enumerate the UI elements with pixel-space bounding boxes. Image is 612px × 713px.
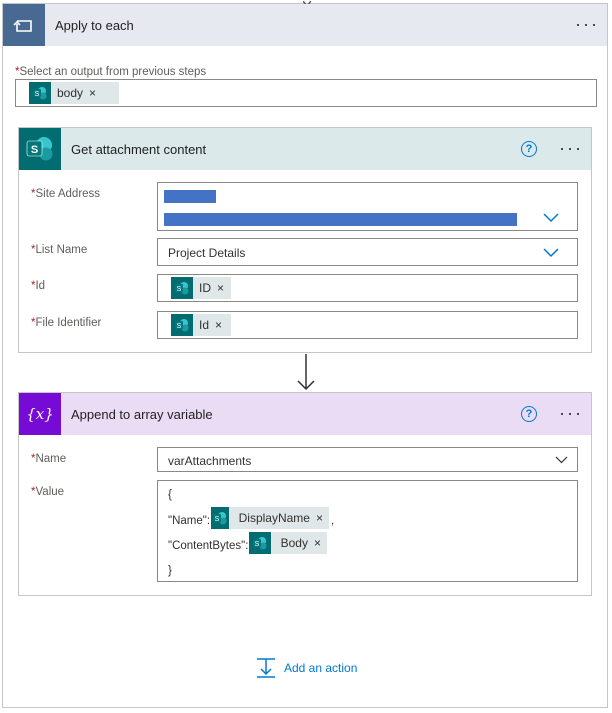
add-action-button[interactable]: Add an action: [256, 658, 357, 678]
scope-more-button[interactable]: ···: [575, 15, 599, 33]
help-icon-glyph: ?: [525, 408, 533, 420]
file-id-token-label: Id: [199, 318, 210, 332]
file-identifier-input[interactable]: S Id ×: [157, 311, 578, 339]
select-output-label: *Select an output from previous steps: [15, 66, 206, 78]
value-name-key: "Name":: [168, 515, 211, 527]
loop-icon: [13, 20, 32, 32]
sharepoint-icon: S: [211, 507, 229, 529]
sharepoint-icon: S: [19, 128, 61, 170]
value-input[interactable]: { "Name": S DisplayName × , "ContentByte…: [157, 480, 578, 582]
append-variable-card: {x} Append to array variable ? ··· *Name…: [18, 392, 592, 596]
svg-text:{x}: {x}: [26, 405, 54, 423]
get-attachment-header[interactable]: S Get attachment content ? ···: [19, 128, 591, 170]
variable-icon: {x}: [19, 393, 61, 435]
body-content-token-label: Body: [280, 536, 308, 550]
body-token[interactable]: S body ×: [29, 82, 119, 104]
add-action-icon: [257, 658, 275, 678]
name-label-text: Name: [35, 453, 67, 465]
body-token-label: body: [57, 86, 84, 100]
redacted-site-address-part1: [164, 190, 216, 203]
body-token-remove[interactable]: ×: [89, 86, 96, 100]
displayname-token[interactable]: S DisplayName ×: [211, 507, 329, 529]
file-identifier-label: *File Identifier: [31, 317, 101, 329]
append-variable-title: Append to array variable: [71, 407, 213, 422]
sharepoint-icon: S: [171, 277, 193, 299]
help-icon[interactable]: ?: [521, 141, 537, 157]
append-variable-header[interactable]: {x} Append to array variable ? ···: [19, 393, 591, 435]
file-id-token[interactable]: S Id ×: [171, 314, 231, 336]
site-address-label-text: Site Address: [35, 188, 101, 200]
file-identifier-label-text: File Identifier: [35, 317, 102, 329]
sharepoint-icon: S: [171, 314, 193, 336]
value-close-brace: }: [168, 565, 172, 577]
scope-header[interactable]: Apply to each ···: [3, 4, 607, 46]
displayname-token-label: DisplayName: [238, 511, 310, 525]
svg-text:S: S: [35, 91, 40, 98]
site-address-label: *Site Address: [31, 188, 100, 200]
get-attachment-more-button[interactable]: ···: [559, 139, 583, 157]
body-content-token-remove[interactable]: ×: [314, 536, 321, 550]
svg-text:S: S: [254, 541, 259, 548]
value-open-brace: {: [168, 489, 172, 501]
id-label: *Id: [31, 280, 45, 292]
scope-title: Apply to each: [55, 18, 134, 33]
add-action-label: Add an action: [284, 661, 358, 675]
append-variable-more-button[interactable]: ···: [559, 404, 583, 422]
value-label-text: Value: [35, 486, 65, 498]
arrow-down-icon: [297, 354, 315, 391]
id-token-remove[interactable]: ×: [217, 281, 224, 295]
svg-text:S: S: [177, 323, 182, 330]
value-label: *Value: [31, 486, 64, 498]
loop-icon-box: [3, 4, 45, 46]
get-attachment-title: Get attachment content: [71, 142, 207, 157]
chevron-down-icon[interactable]: [543, 213, 559, 223]
site-address-input[interactable]: [157, 182, 578, 231]
redacted-site-address-part2: [164, 213, 517, 226]
list-name-label-text: List Name: [35, 244, 88, 256]
sharepoint-icon: S: [249, 532, 271, 554]
list-name-label: *List Name: [31, 244, 87, 256]
id-token-label: ID: [199, 281, 211, 295]
sharepoint-icon: S: [29, 82, 51, 104]
id-input[interactable]: S ID ×: [157, 274, 578, 302]
name-value: varAttachments: [168, 454, 252, 468]
chevron-down-icon[interactable]: [555, 456, 568, 464]
name-label: *Name: [31, 453, 66, 465]
svg-text:S: S: [31, 144, 38, 156]
apply-to-each-scope: Apply to each ··· *Select an output from…: [2, 1, 608, 708]
body-content-token[interactable]: S Body ×: [249, 532, 327, 554]
displayname-token-remove[interactable]: ×: [316, 511, 323, 525]
id-token[interactable]: S ID ×: [171, 277, 231, 299]
chevron-down-icon[interactable]: [543, 248, 559, 258]
svg-text:S: S: [214, 516, 219, 523]
help-icon[interactable]: ?: [521, 406, 537, 422]
list-name-value: Project Details: [168, 246, 246, 260]
value-comma: ,: [331, 515, 335, 527]
value-content-key: "ContentBytes":: [168, 540, 249, 552]
name-dropdown[interactable]: varAttachments: [157, 447, 578, 472]
list-name-dropdown[interactable]: Project Details: [157, 238, 578, 266]
select-output-label-text: Select an output from previous steps: [19, 66, 207, 78]
id-label-text: Id: [35, 280, 46, 292]
file-id-token-remove[interactable]: ×: [215, 318, 222, 332]
svg-text:S: S: [177, 286, 182, 293]
help-icon-glyph: ?: [525, 143, 533, 155]
get-attachment-card: S Get attachment content ? ··· *Site Add…: [18, 127, 592, 353]
select-output-input[interactable]: S body ×: [15, 79, 597, 107]
